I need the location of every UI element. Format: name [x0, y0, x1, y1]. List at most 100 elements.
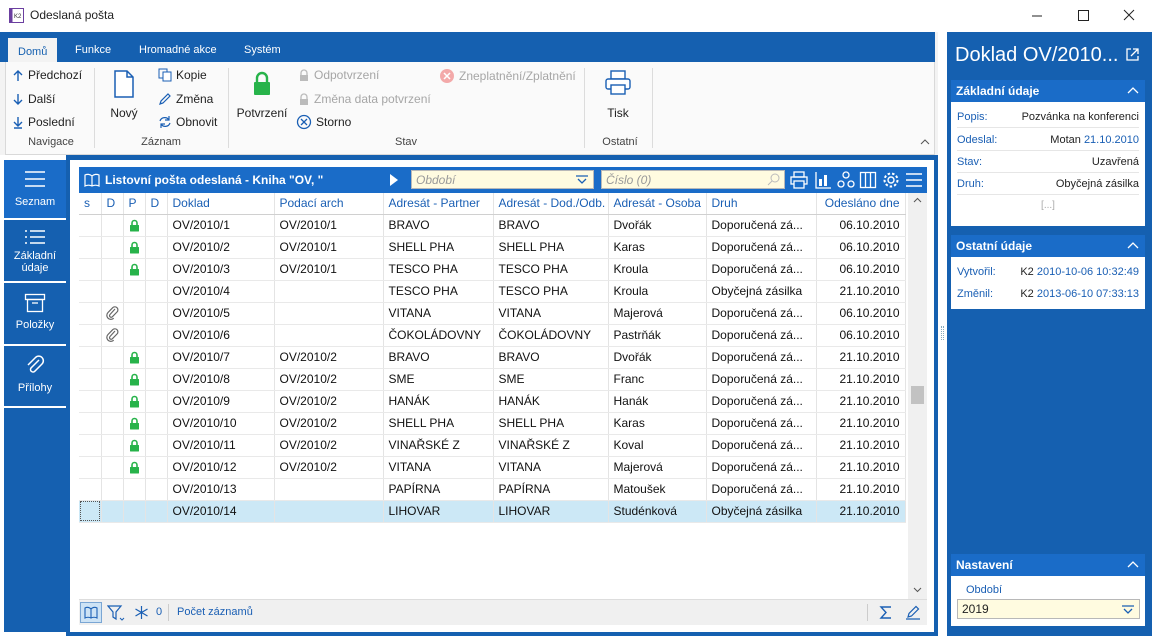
cell-s[interactable] — [79, 478, 102, 501]
cell-partner[interactable]: ČOKOLÁDOVNY — [383, 324, 494, 347]
table-row[interactable]: OV/2010/2 OV/2010/1 SHELL PHA SHELL PHA Kara… — [79, 236, 906, 259]
cell-druh[interactable]: Doporučená zá... — [706, 456, 817, 479]
tab-funkce[interactable]: Funkce — [65, 38, 121, 62]
nav-item-zakladni-udaje[interactable]: Základní údaje — [4, 220, 66, 283]
cell-doklad[interactable]: OV/2010/6 — [167, 324, 275, 347]
cell-confirmed[interactable] — [123, 368, 146, 391]
column-header-odeslano[interactable]: Odesláno dne — [816, 193, 906, 215]
cell-osoba[interactable]: Matoušek — [608, 478, 707, 501]
column-header-p[interactable]: P — [123, 193, 146, 215]
cell-d[interactable] — [145, 500, 168, 523]
cell-druh[interactable]: Doporučená zá... — [706, 346, 817, 369]
columns-icon[interactable] — [859, 171, 877, 189]
filter-icon[interactable] — [107, 605, 125, 622]
cell-s[interactable] — [79, 390, 102, 413]
cell-d[interactable] — [145, 258, 168, 281]
cell-date[interactable]: 06.10.2010 — [816, 214, 906, 237]
popout-icon[interactable] — [1126, 48, 1139, 61]
cell-d[interactable] — [145, 456, 168, 479]
cell-attachment[interactable] — [101, 214, 124, 237]
snowflake-icon[interactable] — [134, 605, 149, 620]
cell-d[interactable] — [145, 236, 168, 259]
column-header-doklad[interactable]: Doklad — [167, 193, 275, 215]
cell-osoba[interactable]: Studénková — [608, 500, 707, 523]
new-button[interactable]: Nový — [102, 70, 146, 120]
cell-attachment[interactable] — [101, 346, 124, 369]
cell-druh[interactable]: Doporučená zá... — [706, 368, 817, 391]
table-row[interactable]: OV/2010/12 OV/2010/2 VITANA VITANA Majerová D… — [79, 456, 906, 479]
close-button[interactable] — [1106, 0, 1152, 32]
cell-doklad[interactable]: OV/2010/11 — [167, 434, 275, 457]
change-button[interactable]: Změna — [158, 92, 213, 106]
cell-doklad[interactable]: OV/2010/1 — [167, 214, 275, 237]
cell-confirmed[interactable] — [123, 258, 146, 281]
cell-s[interactable] — [79, 302, 102, 325]
cell-confirmed[interactable] — [123, 500, 146, 523]
change-date-button[interactable]: Změna data potvrzení — [298, 92, 431, 106]
cell-druh[interactable]: Obyčejná zásilka — [706, 280, 817, 303]
cell-s[interactable] — [79, 236, 102, 259]
cell-date[interactable]: 06.10.2010 — [816, 258, 906, 281]
scroll-up-icon[interactable] — [913, 197, 922, 203]
nav-item-seznam[interactable]: Seznam — [4, 160, 66, 220]
cell-date[interactable]: 21.10.2010 — [816, 346, 906, 369]
cell-partner[interactable]: TESCO PHA — [383, 258, 494, 281]
cell-doklad[interactable]: OV/2010/2 — [167, 236, 275, 259]
cell-dod[interactable]: SME — [493, 368, 609, 391]
cell-d[interactable] — [145, 214, 168, 237]
column-header-d1[interactable]: D — [101, 193, 124, 215]
cell-confirmed[interactable] — [123, 390, 146, 413]
cell-d[interactable] — [145, 346, 168, 369]
print-button[interactable]: Tisk — [596, 70, 640, 120]
cell-attachment[interactable] — [101, 434, 124, 457]
cell-s[interactable] — [79, 258, 102, 281]
sigma-icon[interactable] — [879, 605, 893, 620]
number-search-input[interactable]: Číslo (0) — [601, 170, 785, 189]
cell-partner[interactable]: VINAŘSKÉ Z — [383, 434, 494, 457]
tab-hromadne-akce[interactable]: Hromadné akce — [129, 38, 227, 62]
cell-arch[interactable]: OV/2010/2 — [274, 346, 384, 369]
column-header-druh[interactable]: Druh — [706, 193, 817, 215]
cell-s[interactable] — [79, 500, 102, 523]
cell-date[interactable]: 06.10.2010 — [816, 324, 906, 347]
cell-attachment[interactable] — [101, 478, 124, 501]
cell-arch[interactable]: OV/2010/2 — [274, 368, 384, 391]
table-row[interactable]: OV/2010/14 LIHOVAR LIHOVAR Studénková Obyčej… — [79, 500, 906, 523]
table-row[interactable]: OV/2010/3 OV/2010/1 TESCO PHA TESCO PHA Krou… — [79, 258, 906, 281]
cell-arch[interactable]: OV/2010/1 — [274, 236, 384, 259]
cell-arch[interactable]: OV/2010/1 — [274, 214, 384, 237]
column-header-d2[interactable]: D — [145, 193, 168, 215]
cell-attachment[interactable] — [101, 258, 124, 281]
cell-date[interactable]: 21.10.2010 — [816, 500, 906, 523]
cell-d[interactable] — [145, 302, 168, 325]
minimize-button[interactable] — [1014, 0, 1060, 32]
cell-druh[interactable]: Doporučená zá... — [706, 478, 817, 501]
cell-doklad[interactable]: OV/2010/8 — [167, 368, 275, 391]
column-header-s[interactable]: s — [79, 193, 102, 215]
tab-system[interactable]: Systém — [234, 38, 291, 62]
cell-doklad[interactable]: OV/2010/4 — [167, 280, 275, 303]
cell-partner[interactable]: SHELL PHA — [383, 236, 494, 259]
cell-osoba[interactable]: Dvořák — [608, 214, 707, 237]
table-row[interactable]: OV/2010/11 OV/2010/2 VINAŘSKÉ Z VINAŘSKÉ ZK… — [79, 434, 906, 457]
cell-arch[interactable]: OV/2010/2 — [274, 434, 384, 457]
cell-d[interactable] — [145, 412, 168, 435]
cell-date[interactable]: 21.10.2010 — [816, 456, 906, 479]
pencil-icon[interactable] — [905, 604, 921, 620]
last-button[interactable]: Poslední — [12, 115, 75, 129]
cell-s[interactable] — [79, 346, 102, 369]
cell-doklad[interactable]: OV/2010/7 — [167, 346, 275, 369]
cell-confirmed[interactable] — [123, 434, 146, 457]
period-filter-input[interactable]: Období — [411, 170, 594, 189]
cell-s[interactable] — [79, 214, 102, 237]
cell-doklad[interactable]: OV/2010/12 — [167, 456, 275, 479]
cell-druh[interactable]: Doporučená zá... — [706, 324, 817, 347]
cell-d[interactable] — [145, 324, 168, 347]
cell-doklad[interactable]: OV/2010/14 — [167, 500, 275, 523]
cell-osoba[interactable]: Franc — [608, 368, 707, 391]
cell-attachment[interactable] — [101, 390, 124, 413]
cell-confirmed[interactable] — [123, 302, 146, 325]
chevron-up-icon[interactable] — [920, 138, 930, 146]
table-row[interactable]: OV/2010/9 OV/2010/2 HANÁK HANÁK Hanák Doporuč… — [79, 390, 906, 413]
maximize-button[interactable] — [1060, 0, 1106, 32]
